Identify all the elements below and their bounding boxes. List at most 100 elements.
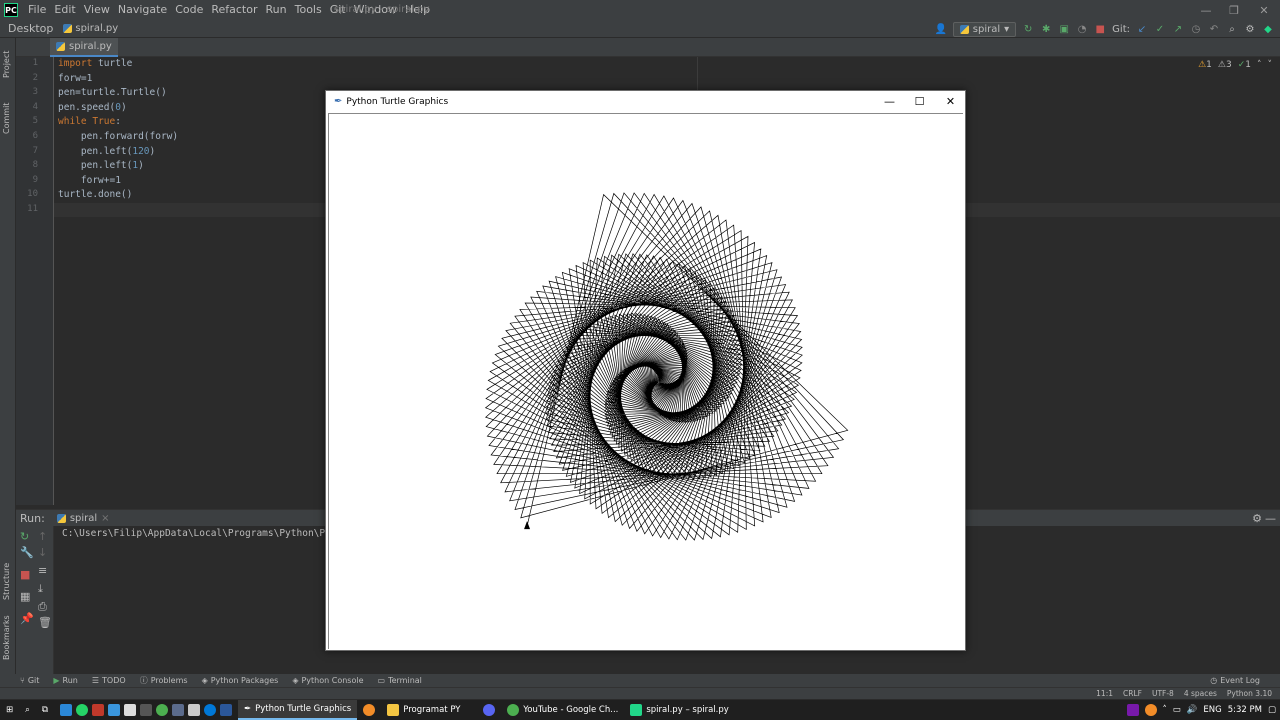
print-icon[interactable]: ⎙ bbox=[38, 600, 47, 614]
pin-icon[interactable]: 📌 bbox=[20, 612, 34, 625]
soft-wrap-icon[interactable]: ≡ bbox=[38, 564, 47, 577]
warning-count: ⚠1 bbox=[1198, 60, 1212, 70]
wrench-icon[interactable]: 🔧 bbox=[20, 546, 34, 559]
close-icon[interactable]: × bbox=[101, 513, 109, 524]
network-icon[interactable]: ▭ bbox=[1173, 705, 1181, 715]
profile-icon[interactable]: ◔ bbox=[1076, 23, 1088, 35]
turtle-graphics-window[interactable]: ✒ Python Turtle Graphics — ☐ ✕ bbox=[325, 90, 966, 651]
ide-close-button[interactable]: ✕ bbox=[1250, 0, 1278, 20]
vlc-icon bbox=[363, 704, 376, 716]
ide-maximize-button[interactable]: ❐ bbox=[1220, 0, 1248, 20]
tool-problems[interactable]: ⓘ Problems bbox=[140, 675, 188, 686]
menu-navigate[interactable]: Navigate bbox=[114, 0, 171, 20]
line-number: 3 bbox=[32, 87, 38, 98]
menu-refactor[interactable]: Refactor bbox=[207, 0, 261, 20]
turtle-minimize-button[interactable]: — bbox=[874, 91, 905, 112]
status-interpreter[interactable]: Python 3.10 bbox=[1227, 689, 1272, 698]
run-tab-label: spiral bbox=[69, 512, 98, 524]
notification-icon[interactable]: ▢ bbox=[1268, 705, 1276, 715]
history-icon[interactable]: ◷ bbox=[1190, 23, 1202, 35]
menu-tools[interactable]: Tools bbox=[291, 0, 326, 20]
stop-icon[interactable]: ■ bbox=[1094, 23, 1106, 35]
tool-terminal[interactable]: ▭ Terminal bbox=[378, 676, 422, 685]
onenote-icon[interactable] bbox=[1126, 704, 1139, 716]
clock[interactable]: 5:32 PM bbox=[1228, 705, 1262, 715]
tool-event-log[interactable]: ◷ Event Log bbox=[1210, 676, 1260, 685]
scroll-to-end-icon[interactable]: ⤓ bbox=[38, 582, 43, 596]
menu-run[interactable]: Run bbox=[262, 0, 291, 20]
windows-taskbar: ⊞ ⌕ ⧉ ✒ Python Turtle Graphics Programat … bbox=[0, 700, 1280, 720]
bookmarks-tool-button[interactable]: Bookmarks bbox=[2, 615, 11, 660]
user-icon[interactable]: 👤 bbox=[935, 23, 947, 35]
tab-spiral-py[interactable]: spiral.py bbox=[50, 38, 118, 57]
app-icon bbox=[139, 704, 152, 716]
plugin-icon[interactable]: ◆ bbox=[1262, 23, 1274, 35]
code-line: while True: bbox=[58, 116, 121, 128]
commit-tool-button[interactable]: Commit bbox=[2, 103, 11, 134]
taskbar-turtle-graphics[interactable]: ✒ Python Turtle Graphics bbox=[237, 700, 358, 720]
turtle-window-title-bar[interactable]: ✒ Python Turtle Graphics — ☐ ✕ bbox=[326, 91, 965, 112]
taskbar-youtube-chrome[interactable]: YouTube - Google Ch... bbox=[501, 700, 624, 720]
python-feather-icon: ✒ bbox=[243, 704, 252, 714]
turtle-close-button[interactable]: ✕ bbox=[935, 91, 966, 112]
app-icon bbox=[171, 704, 184, 716]
volume-icon[interactable]: 🔊 bbox=[1187, 705, 1198, 715]
vlc-tray-icon[interactable] bbox=[1144, 704, 1157, 716]
menu-code[interactable]: Code bbox=[171, 0, 207, 20]
chevron-up-icon[interactable]: ˄ bbox=[1163, 705, 1167, 715]
taskbar-discord[interactable] bbox=[477, 700, 501, 720]
menu-edit[interactable]: Edit bbox=[50, 0, 79, 20]
search-button[interactable]: ⌕ bbox=[19, 700, 36, 720]
code-line: pen.left(1) bbox=[58, 160, 144, 172]
tool-python-packages[interactable]: ◈ Python Packages bbox=[202, 676, 279, 685]
taskbar-programat-py[interactable]: Programat PY bbox=[381, 700, 477, 720]
status-encoding[interactable]: UTF-8 bbox=[1152, 689, 1174, 698]
search-icon[interactable]: ⌕ bbox=[1226, 23, 1238, 35]
tool-python-console[interactable]: ◈ Python Console bbox=[292, 676, 363, 685]
layout-icon[interactable]: ▦ bbox=[20, 590, 30, 603]
rerun-icon[interactable]: ↻ bbox=[1022, 23, 1034, 35]
chevron-down-icon[interactable]: ˅ bbox=[1268, 60, 1273, 70]
ide-minimize-button[interactable]: — bbox=[1192, 0, 1220, 20]
tool-run[interactable]: ▶ Run bbox=[53, 676, 78, 685]
turtle-maximize-button[interactable]: ☐ bbox=[904, 91, 935, 112]
tool-git[interactable]: ⑂ Git bbox=[20, 676, 39, 685]
run-config-select[interactable]: spiral ▾ bbox=[952, 21, 1017, 37]
task-view-button[interactable]: ⧉ bbox=[36, 700, 54, 720]
breadcrumb-file[interactable]: spiral.py bbox=[63, 23, 118, 34]
gear-icon[interactable]: ⚙ bbox=[1252, 512, 1262, 525]
run-tab-spiral[interactable]: spiral × bbox=[56, 512, 110, 524]
start-button[interactable]: ⊞ bbox=[0, 700, 19, 720]
tool-todo[interactable]: ☰ TODO bbox=[92, 676, 126, 685]
git-update-icon[interactable]: ↙ bbox=[1136, 23, 1148, 35]
taskbar-pycharm[interactable]: spiral.py – spiral.py bbox=[624, 700, 734, 720]
status-caret-position[interactable]: 11:1 bbox=[1096, 689, 1113, 698]
hide-panel-icon[interactable]: — bbox=[1265, 512, 1276, 525]
taskbar-app-label: YouTube - Google Ch... bbox=[523, 705, 619, 715]
debug-icon[interactable]: ✱ bbox=[1040, 23, 1052, 35]
trash-icon[interactable]: 🗑 bbox=[38, 616, 52, 629]
chevron-up-icon[interactable]: ˄ bbox=[1257, 60, 1262, 70]
lang-indicator[interactable]: ENG bbox=[1203, 705, 1221, 715]
taskbar-vlc[interactable] bbox=[357, 700, 381, 720]
taskbar-pinned-apps[interactable] bbox=[54, 700, 238, 720]
git-commit-icon[interactable]: ✓ bbox=[1154, 23, 1166, 35]
inspection-widget[interactable]: ⚠1 ⚠3 ✓1 ˄ ˅ bbox=[1198, 60, 1272, 70]
arrow-down-icon[interactable]: ↓ bbox=[38, 546, 47, 559]
turtle-canvas[interactable] bbox=[328, 113, 963, 649]
status-line-separator[interactable]: CRLF bbox=[1123, 689, 1142, 698]
gear-icon[interactable]: ⚙ bbox=[1244, 23, 1256, 35]
structure-tool-button[interactable]: Structure bbox=[2, 563, 11, 600]
menu-view[interactable]: View bbox=[80, 0, 114, 20]
status-indent[interactable]: 4 spaces bbox=[1184, 689, 1217, 698]
problems-icon: ⓘ bbox=[139, 676, 148, 685]
stop-icon[interactable]: ■ bbox=[20, 568, 30, 581]
rerun-icon[interactable]: ↻ bbox=[20, 530, 29, 543]
coverage-icon[interactable]: ▣ bbox=[1058, 23, 1070, 35]
arrow-up-icon[interactable]: ↑ bbox=[38, 530, 47, 543]
breadcrumb-project[interactable]: Desktop bbox=[8, 22, 53, 35]
menu-file[interactable]: File bbox=[24, 0, 50, 20]
git-push-icon[interactable]: ↗ bbox=[1172, 23, 1184, 35]
project-tool-button[interactable]: Project bbox=[2, 51, 11, 78]
rollback-icon[interactable]: ↶ bbox=[1208, 23, 1220, 35]
